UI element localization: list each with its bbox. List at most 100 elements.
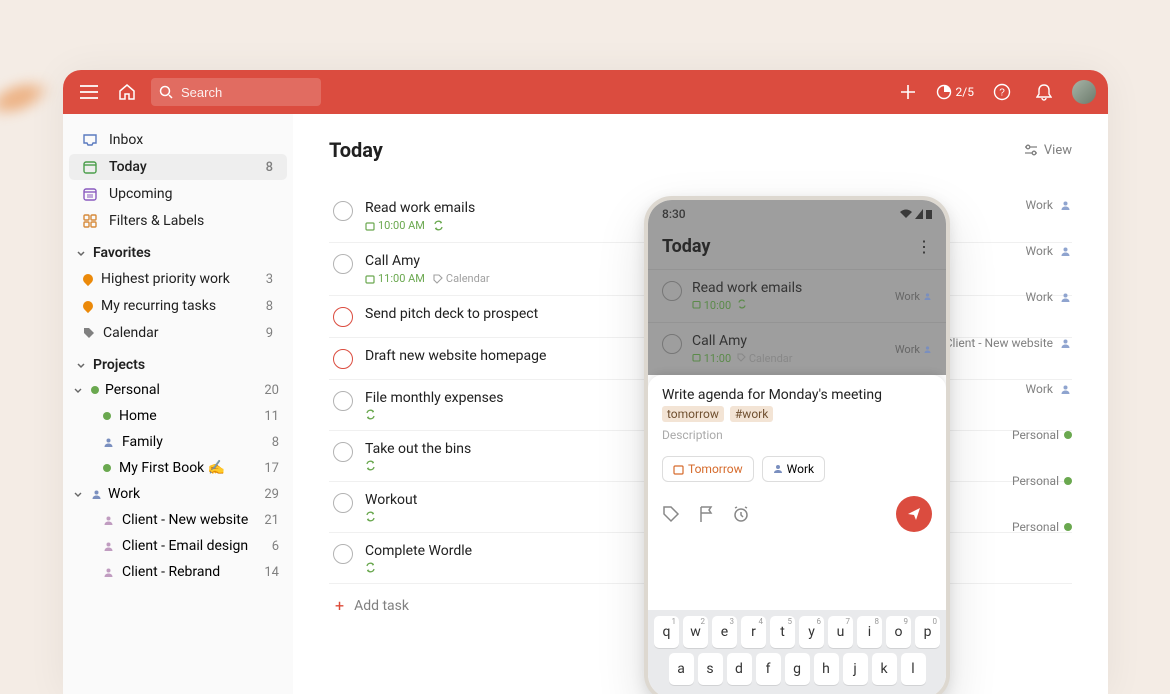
phone-task-project: Work (895, 343, 932, 356)
phone-task-row[interactable]: Read work emails 10:00Work (648, 269, 946, 322)
project-item-work[interactable]: Work 29 (63, 481, 293, 507)
favorites-header[interactable]: Favorites (63, 235, 293, 265)
add-icon[interactable] (894, 78, 922, 106)
project-child[interactable]: Home 11 (63, 403, 293, 429)
sidebar: Inbox Today 8 Upcoming (63, 114, 293, 694)
task-time: 11:00 AM (365, 272, 425, 285)
phone-task-row[interactable]: Call Amy 11:00 CalendarWork (648, 322, 946, 375)
task-checkbox[interactable] (662, 281, 682, 301)
label-icon[interactable] (662, 505, 680, 523)
project-item-personal[interactable]: Personal 20 (63, 377, 293, 403)
keyboard-key[interactable]: f (756, 653, 781, 685)
keyboard-key[interactable]: 1q (654, 616, 679, 648)
home-icon[interactable] (113, 78, 141, 106)
compose-description[interactable]: Description (662, 428, 932, 442)
recurring-icon (365, 409, 376, 420)
help-icon[interactable]: ? (988, 78, 1016, 106)
flag-icon[interactable] (698, 505, 714, 523)
projects-header[interactable]: Projects (63, 347, 293, 377)
section-label: Projects (93, 357, 145, 373)
wifi-icon (900, 209, 912, 219)
avatar[interactable] (1072, 80, 1096, 104)
compose-text[interactable]: Write agenda for Monday's meeting (662, 387, 932, 403)
project-child-label: Client - New website (122, 512, 248, 528)
view-button[interactable]: View (1024, 143, 1072, 158)
sidebar-nav-filters[interactable]: Filters & Labels (69, 208, 287, 234)
project-label: Work (108, 486, 258, 502)
person-icon (91, 489, 102, 500)
nav-label: Inbox (109, 132, 143, 148)
favorite-item[interactable]: My recurring tasks 8 (69, 293, 287, 319)
project-color-dot (1064, 477, 1072, 485)
menu-icon[interactable] (75, 78, 103, 106)
person-icon (1058, 244, 1072, 258)
keyboard-key[interactable]: 9o (886, 616, 911, 648)
keyboard-key[interactable]: j (843, 653, 868, 685)
alarm-icon[interactable] (732, 505, 750, 523)
keyboard-key[interactable]: h (814, 653, 839, 685)
project-color-dot (1064, 523, 1072, 531)
upcoming-icon (81, 186, 99, 202)
task-checkbox[interactable] (662, 334, 682, 354)
keyboard-key[interactable]: a (669, 653, 694, 685)
task-checkbox[interactable] (333, 442, 353, 462)
chevron-down-icon (75, 247, 87, 259)
keyboard-key[interactable]: 8i (857, 616, 882, 648)
sidebar-nav-today[interactable]: Today 8 (69, 154, 287, 180)
task-checkbox[interactable] (333, 493, 353, 513)
keyboard-key[interactable]: 4r (741, 616, 766, 648)
keyboard-key[interactable]: 0p (915, 616, 940, 648)
keyboard-key[interactable]: k (872, 653, 897, 685)
keyboard-key[interactable]: 5t (770, 616, 795, 648)
keyboard-key[interactable]: 2w (683, 616, 708, 648)
productivity-meter[interactable]: 2/5 (936, 84, 974, 100)
task-checkbox[interactable] (333, 307, 353, 327)
person-icon (1058, 336, 1072, 350)
project-child-count: 17 (264, 461, 279, 476)
person-icon (103, 437, 114, 448)
project-color-dot (1064, 431, 1072, 439)
task-checkbox[interactable] (333, 254, 353, 274)
favorite-count: 3 (266, 272, 273, 287)
notifications-icon[interactable] (1030, 78, 1058, 106)
send-button[interactable] (896, 496, 932, 532)
search-box[interactable] (151, 78, 321, 106)
task-checkbox[interactable] (333, 544, 353, 564)
project-child[interactable]: My First Book ✍️ 17 (63, 455, 293, 481)
task-time: 10:00 AM (365, 219, 425, 232)
favorite-item[interactable]: Calendar 9 (69, 320, 287, 346)
nav-label: Filters & Labels (109, 213, 204, 229)
favorite-label: Calendar (103, 325, 159, 341)
person-icon (103, 515, 114, 526)
keyboard-key[interactable]: 7u (828, 616, 853, 648)
tag-icon (83, 327, 95, 339)
project-child[interactable]: Client - Rebrand 14 (63, 559, 293, 585)
person-icon (1058, 198, 1072, 212)
project-chip[interactable]: Work (762, 456, 825, 482)
project-child-label: Home (119, 408, 157, 424)
chevron-down-icon (71, 385, 85, 395)
due-date-chip[interactable]: Tomorrow (662, 456, 754, 482)
chevron-down-icon (75, 359, 87, 371)
calendar-icon (673, 464, 684, 475)
keyboard-key[interactable]: d (727, 653, 752, 685)
favorite-item[interactable]: Highest priority work 3 (69, 266, 287, 292)
project-child[interactable]: Family 8 (63, 429, 293, 455)
keyboard-key[interactable]: g (785, 653, 810, 685)
task-checkbox[interactable] (333, 201, 353, 221)
keyboard-key[interactable]: l (901, 653, 926, 685)
keyboard-key[interactable]: 3e (712, 616, 737, 648)
task-checkbox[interactable] (333, 349, 353, 369)
keyboard-key[interactable]: 6y (799, 616, 824, 648)
sidebar-nav-inbox[interactable]: Inbox (69, 127, 287, 153)
topbar: 2/5 ? (63, 70, 1108, 114)
keyboard-key[interactable]: s (698, 653, 723, 685)
signal-icon (915, 209, 923, 219)
search-input[interactable] (179, 84, 313, 101)
sidebar-nav-upcoming[interactable]: Upcoming (69, 181, 287, 207)
inbox-icon (81, 132, 99, 148)
project-child[interactable]: Client - New website 21 (63, 507, 293, 533)
project-child[interactable]: Client - Email design 6 (63, 533, 293, 559)
more-icon[interactable]: ⋮ (916, 237, 932, 256)
task-checkbox[interactable] (333, 391, 353, 411)
